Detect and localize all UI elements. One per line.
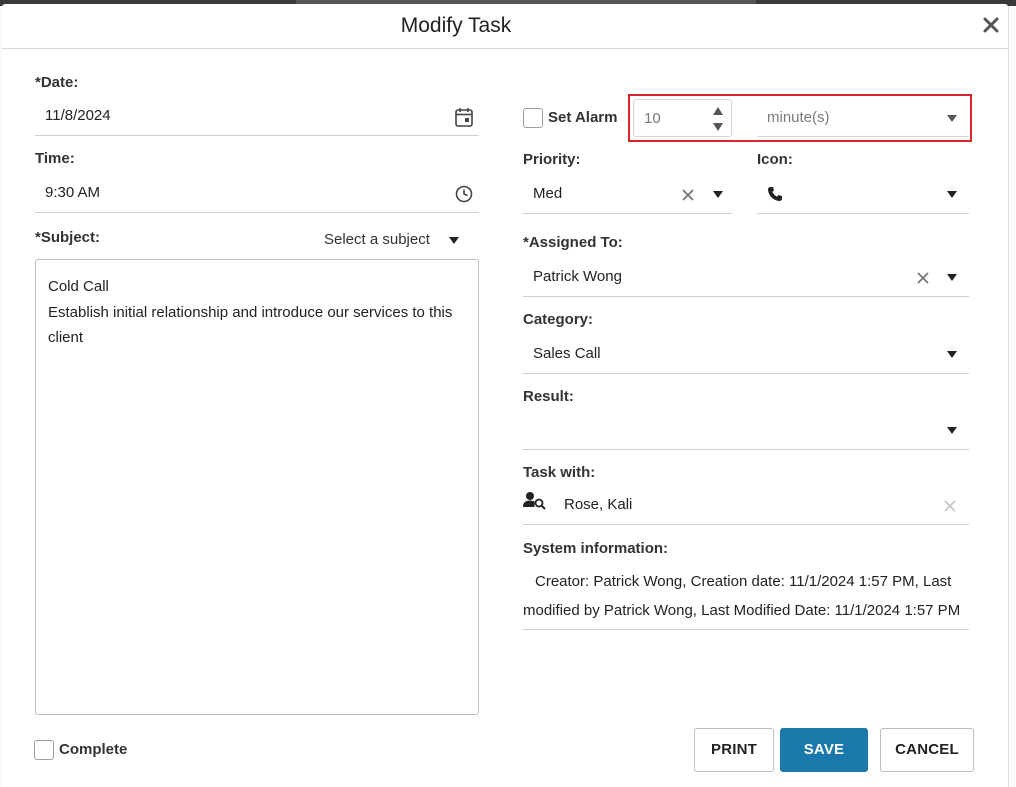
chevron-down-icon[interactable] (947, 427, 957, 434)
result-select[interactable] (523, 410, 969, 450)
subject-select[interactable]: Select a subject (324, 231, 459, 248)
set-alarm-checkbox[interactable] (523, 108, 543, 128)
notes-textarea[interactable]: Cold Call Establish initial relationship… (35, 259, 479, 715)
set-alarm-label: Set Alarm (548, 109, 618, 126)
system-info-label: System information: (523, 540, 669, 557)
chevron-down-icon[interactable] (947, 191, 957, 198)
dialog-title: Modify Task (400, 14, 512, 37)
system-info-text: Creator: Patrick Wong, Creation date: 11… (523, 567, 969, 630)
background-right-edge (1008, 6, 1016, 787)
clear-icon[interactable] (916, 271, 930, 285)
chevron-down-icon[interactable] (713, 191, 723, 198)
alarm-unit-value: minute(s) (767, 109, 830, 126)
close-icon[interactable] (982, 16, 1000, 34)
priority-value: Med (533, 185, 563, 202)
complete-checkbox[interactable] (34, 740, 54, 760)
date-field[interactable]: 11/8/2024 (35, 96, 479, 136)
alarm-unit-select[interactable]: minute(s) (757, 99, 969, 137)
calendar-icon[interactable] (455, 107, 473, 127)
priority-label: Priority: (523, 151, 581, 168)
category-label: Category: (523, 311, 594, 328)
time-label: Time: (35, 150, 75, 167)
phone-icon (768, 187, 782, 201)
assigned-to-value: Patrick Wong (533, 268, 622, 285)
contact-search-icon[interactable] (523, 491, 547, 511)
clear-icon[interactable] (943, 499, 957, 513)
spin-up-icon[interactable] (713, 107, 723, 115)
date-value: 11/8/2024 (45, 107, 111, 124)
chevron-down-icon (947, 115, 957, 122)
chevron-down-icon[interactable] (947, 351, 957, 358)
save-button[interactable]: SAVE (780, 728, 868, 772)
subject-select-text: Select a subject (324, 231, 430, 248)
time-field[interactable]: 9:30 AM (35, 173, 479, 213)
notes-line-1: Cold Call (48, 278, 109, 295)
dialog-title-bar: Modify Task (2, 4, 1008, 49)
complete-label: Complete (59, 741, 128, 758)
clock-icon[interactable] (455, 185, 473, 203)
icon-label: Icon: (757, 151, 793, 168)
assigned-to-select[interactable]: Patrick Wong (523, 257, 969, 297)
category-select[interactable]: Sales Call (523, 334, 969, 374)
assigned-to-label: *Assigned To: (523, 234, 623, 251)
date-label: *Date: (35, 74, 79, 91)
icon-select[interactable] (757, 174, 969, 214)
alarm-amount-value: 10 (644, 110, 661, 127)
result-label: Result: (523, 388, 574, 405)
print-button[interactable]: PRINT (694, 728, 774, 772)
task-with-value: Rose, Kali (564, 496, 633, 513)
time-value: 9:30 AM (45, 184, 101, 201)
modify-task-dialog: Modify Task *Date: 11/8/2024 Time: 9:30 … (2, 4, 1008, 787)
priority-select[interactable]: Med (523, 174, 732, 214)
cancel-button[interactable]: CANCEL (880, 728, 974, 772)
clear-icon[interactable] (681, 188, 695, 202)
subject-label: *Subject: (35, 229, 101, 246)
chevron-down-icon[interactable] (947, 274, 957, 281)
task-with-label: Task with: (523, 464, 596, 481)
notes-line-2: Establish initial relationship and intro… (48, 303, 453, 347)
spin-down-icon[interactable] (713, 123, 723, 131)
alarm-amount-stepper[interactable]: 10 (633, 99, 732, 137)
chevron-down-icon (449, 237, 459, 244)
category-value: Sales Call (533, 345, 601, 362)
task-with-field[interactable]: Rose, Kali (523, 485, 969, 525)
